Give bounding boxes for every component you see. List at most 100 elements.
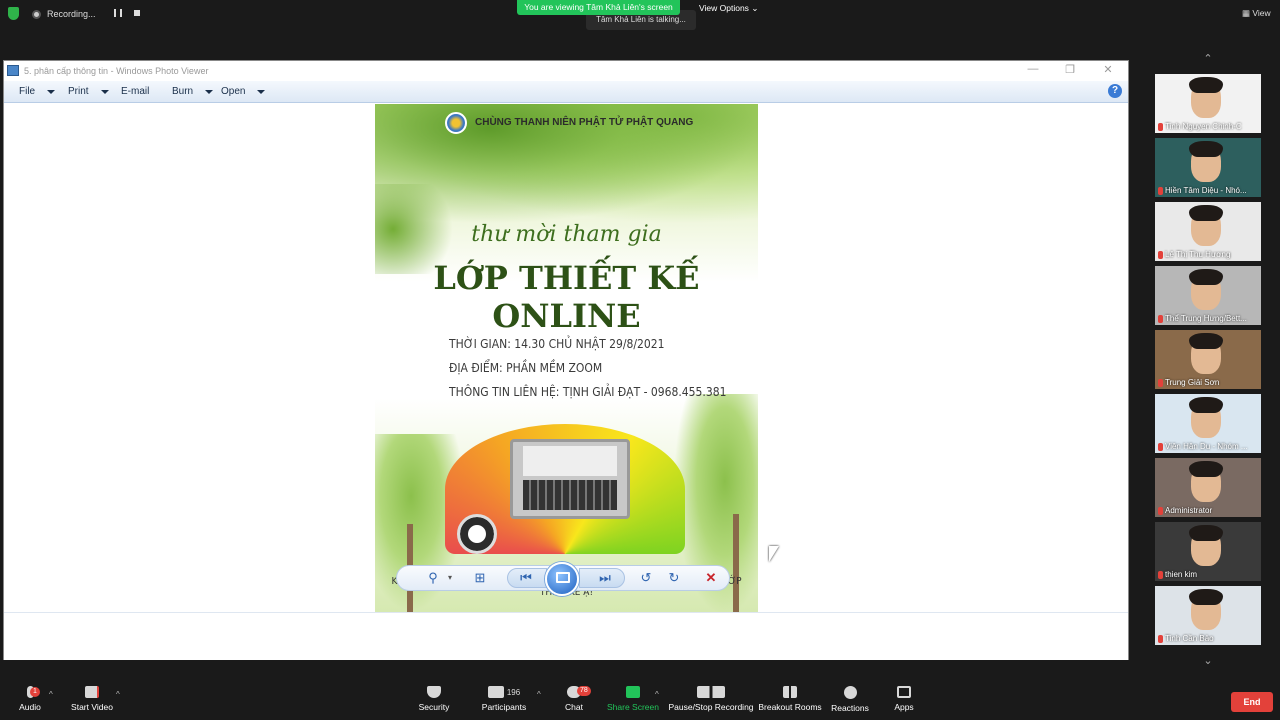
poster-time: THỜI GIAN: 14.30 CHỦ NHẬT 29/8/2021 <box>449 337 665 351</box>
chevron-down-icon[interactable]: ▾ <box>440 570 460 586</box>
participant-hair <box>1189 525 1223 541</box>
participant-hair <box>1189 269 1223 285</box>
participant-tile[interactable]: Administrator <box>1155 458 1261 517</box>
mic-muted-icon <box>1158 122 1163 131</box>
participant-name: Administrator <box>1158 505 1258 516</box>
mic-muted-icon <box>1158 250 1163 259</box>
poster-place: ĐỊA ĐIỂM: PHẦN MỀM ZOOM <box>449 361 603 375</box>
participant-tile[interactable]: Trung Giải Sơn <box>1155 330 1261 389</box>
participant-name: Tinh Cần Bảo <box>1158 633 1258 644</box>
chevron-up-icon[interactable]: ^ <box>655 690 659 699</box>
view-options-button[interactable]: View Options ⌄ <box>699 2 758 14</box>
mic-muted-icon <box>1158 314 1163 323</box>
apps-button[interactable]: Apps <box>888 686 920 712</box>
caret-down-icon <box>205 89 214 94</box>
participant-tile[interactable]: Tinh Cần Bảo <box>1155 586 1261 645</box>
help-icon[interactable]: ? <box>1108 84 1122 98</box>
participant-hair <box>1189 333 1223 349</box>
viewer-toolbar-area <box>4 612 1128 660</box>
participant-name: Hiền Tâm Diệu - Nhó... <box>1158 185 1258 196</box>
next-icon: ⏭ <box>599 570 611 585</box>
recording-indicator: Recording... <box>32 6 96 22</box>
actual-size-icon[interactable]: ⊞ <box>470 570 490 586</box>
apps-icon <box>897 686 911 698</box>
caret-down-icon <box>257 89 266 94</box>
menu-burn[interactable]: Burn <box>172 86 214 97</box>
share-screen-button[interactable]: Share Screen <box>606 686 660 712</box>
coffee-cup-illustration <box>457 514 497 554</box>
participant-tile[interactable]: Thể Trung Hưng/Bett... <box>1155 266 1261 325</box>
caret-down-icon <box>100 89 109 94</box>
pause-recording-icon[interactable] <box>114 9 122 17</box>
poster-image: CHÙNG THANH NIÊN PHẬT TỬ PHẬT QUANG thư … <box>375 104 758 612</box>
participant-hair <box>1189 397 1223 413</box>
chevron-up-icon[interactable]: ^ <box>537 690 541 699</box>
menu-email[interactable]: E-mail <box>121 86 149 97</box>
mouse-cursor <box>769 546 779 562</box>
participant-hair <box>1189 141 1223 157</box>
mic-muted-icon <box>1158 186 1163 195</box>
menu-print[interactable]: Print <box>68 86 109 97</box>
laptop-screen <box>523 446 617 476</box>
participants-icon <box>487 686 504 698</box>
participant-tile[interactable]: Viên Hân Du - Nhóm ... <box>1155 394 1261 453</box>
laptop-keyboard <box>523 480 617 510</box>
scroll-up-icon[interactable]: ⌃ <box>1198 52 1218 66</box>
chat-badge: 78 <box>577 686 591 696</box>
poster-class-title: LỚP THIẾT KẾ ONLINE <box>433 259 700 335</box>
breakout-rooms-button[interactable]: Breakout Rooms <box>758 686 822 712</box>
scroll-down-icon[interactable]: ⌄ <box>1198 654 1218 668</box>
grid-icon: ▦ <box>1242 8 1251 18</box>
participant-tile[interactable]: Tinh Nguyen Chinh-C <box>1155 74 1261 133</box>
recording-dot-icon <box>32 9 41 19</box>
caret-down-icon <box>47 89 56 94</box>
chevron-up-icon[interactable]: ^ <box>49 690 53 699</box>
menu-bar: File Print E-mail Burn Open ? <box>4 81 1128 103</box>
breakout-rooms-icon <box>783 686 797 698</box>
audio-badge: 1 <box>30 687 40 697</box>
start-video-button[interactable]: Start Video <box>66 686 118 712</box>
participant-name: Viên Hân Du - Nhóm ... <box>1158 441 1258 452</box>
participant-name: Tinh Nguyen Chinh-C <box>1158 121 1258 132</box>
end-meeting-button[interactable]: End <box>1231 692 1273 712</box>
mic-muted-icon <box>1158 506 1163 515</box>
poster-organization: CHÙNG THANH NIÊN PHẬT TỬ PHẬT QUANG <box>475 117 694 128</box>
participant-name: Lê Thị Thu Hương <box>1158 249 1258 260</box>
share-screen-icon <box>626 686 640 698</box>
minimize-icon[interactable]: — <box>1018 63 1048 75</box>
window-titlebar: 5. phân cấp thông tin - Windows Photo Vi… <box>4 61 1128 81</box>
restore-icon[interactable]: ❐ <box>1055 63 1085 76</box>
participants-button[interactable]: 196 Participants <box>478 686 530 712</box>
mic-muted-icon <box>1158 378 1163 387</box>
chevron-up-icon[interactable]: ^ <box>116 690 120 699</box>
delete-icon[interactable]: ✕ <box>701 570 721 586</box>
photo-viewer-app-icon <box>7 65 19 76</box>
close-icon[interactable]: ✕ <box>1093 63 1123 76</box>
security-shield-icon[interactable] <box>8 7 19 20</box>
participant-tile[interactable]: thien kim <box>1155 522 1261 581</box>
participant-hair <box>1189 461 1223 477</box>
participant-tile[interactable]: Hiền Tâm Diệu - Nhó... <box>1155 138 1261 197</box>
participant-hair <box>1189 205 1223 221</box>
poster-invite-heading: thư mời tham gia <box>471 222 662 247</box>
security-button[interactable]: Security <box>412 686 456 712</box>
window-title: 5. phân cấp thông tin - Windows Photo Vi… <box>24 66 209 76</box>
poster-contact: THÔNG TIN LIÊN HỆ: TỊNH GIẢI ĐẠT - 0968.… <box>449 385 727 399</box>
reactions-button[interactable]: Reactions <box>830 686 870 713</box>
previous-icon: ⏮ <box>520 570 532 585</box>
stop-recording-icon[interactable] <box>134 10 140 16</box>
participant-name: Trung Giải Sơn <box>1158 377 1258 388</box>
reactions-icon <box>843 686 857 699</box>
video-off-icon <box>85 686 99 698</box>
viewing-screen-banner: You are viewing Tâm Khả Liên's screen <box>517 0 680 15</box>
menu-open[interactable]: Open <box>221 86 266 97</box>
pause-stop-recording-button[interactable]: Pause/Stop Recording <box>668 686 754 712</box>
chevron-down-icon: ⌄ <box>751 3 759 13</box>
pause-stop-icon <box>697 686 725 698</box>
view-button[interactable]: ▦ View <box>1242 8 1271 19</box>
recording-label: Recording... <box>47 9 96 19</box>
rotate-right-icon[interactable]: ↻ <box>664 570 684 586</box>
participant-tile[interactable]: Lê Thị Thu Hương <box>1155 202 1261 261</box>
rotate-left-icon[interactable]: ↺ <box>636 570 656 586</box>
menu-file[interactable]: File <box>19 86 56 97</box>
